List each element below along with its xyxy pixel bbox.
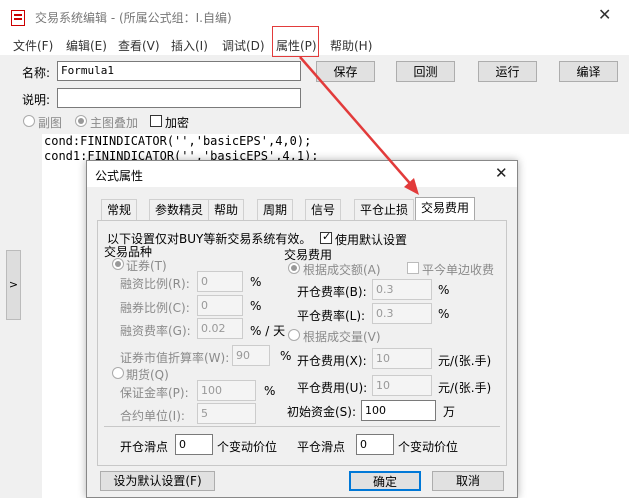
init-cap-input[interactable]: 100	[361, 400, 436, 421]
app-icon	[11, 10, 25, 26]
name-label: 名称:	[22, 66, 51, 80]
menu-help[interactable]: 帮助(H)	[330, 37, 372, 54]
use-default-checkbox[interactable]	[320, 230, 332, 244]
open-rate-input[interactable]: 0.3	[372, 279, 432, 300]
cancel-button[interactable]: 取消	[432, 471, 504, 491]
section-divider	[104, 426, 500, 427]
panel-toggle-handle[interactable]: >	[6, 250, 21, 320]
securities-label: 证券(T)	[126, 259, 167, 273]
close-icon[interactable]: ✕	[598, 5, 611, 24]
ok-button[interactable]: 确定	[349, 471, 421, 491]
futures-label: 期货(Q)	[126, 368, 169, 382]
contract-label: 合约单位(I):	[120, 409, 185, 423]
formula-properties-dialog: 公式属性 ✕ 常规 参数精灵 帮助 周期 信号 平仓止损 交易费用 以下设置仅对…	[86, 160, 518, 498]
close-slip-label: 平仓滑点	[297, 440, 346, 454]
futures-radio[interactable]	[112, 367, 124, 379]
init-cap-unit: 万	[443, 405, 456, 419]
close-rate-label: 平仓费率(L):	[297, 309, 366, 323]
close-slip-unit: 个变动价位	[398, 440, 459, 454]
discount-unit: %	[280, 349, 292, 363]
deposit-label: 保证金率(P):	[120, 386, 189, 400]
close-fee-unit: 元/(张.手)	[438, 381, 492, 395]
subchart-label: 副图	[38, 116, 63, 130]
subchart-radio[interactable]	[23, 115, 35, 127]
deposit-unit: %	[264, 384, 276, 398]
main-overlay-radio[interactable]	[75, 115, 87, 127]
finance-fee-label: 融资费率(G):	[120, 324, 191, 338]
main-overlay-label: 主图叠加	[90, 116, 139, 130]
tab-param-wizard[interactable]: 参数精灵	[149, 199, 210, 220]
open-fee-unit: 元/(张.手)	[438, 354, 492, 368]
contract-input[interactable]: 5	[197, 403, 256, 424]
tab-general[interactable]: 常规	[101, 199, 138, 220]
run-button[interactable]: 运行	[478, 61, 537, 82]
close-rate-input[interactable]: 0.3	[372, 303, 432, 324]
margin-ratio-input[interactable]: 0	[197, 271, 243, 292]
by-volume-label: 根据成交量(V)	[303, 330, 381, 344]
open-slip-unit: 个变动价位	[217, 440, 278, 454]
save-button[interactable]: 保存	[316, 61, 375, 82]
short-ratio-input[interactable]: 0	[197, 295, 243, 316]
menu-insert[interactable]: 插入(I)	[171, 37, 208, 54]
close-slip-input[interactable]: 0	[356, 434, 394, 455]
by-amount-radio[interactable]	[288, 262, 300, 274]
set-default-button[interactable]: 设为默认设置(F)	[100, 471, 215, 491]
name-input[interactable]: Formula1	[57, 61, 301, 81]
margin-ratio-unit: %	[250, 275, 262, 289]
margin-ratio-label: 融资比例(R):	[120, 277, 190, 291]
desc-label: 说明:	[22, 93, 51, 107]
open-fee-input[interactable]: 10	[372, 348, 432, 369]
close-fee-label: 平仓费用(U):	[297, 381, 368, 395]
menu-file[interactable]: 文件(F)	[13, 37, 53, 54]
encrypt-label: 加密	[165, 116, 190, 130]
short-ratio-label: 融券比例(C):	[120, 301, 190, 315]
menu-debug[interactable]: 调试(D)	[222, 37, 265, 54]
discount-input[interactable]: 90	[232, 345, 270, 366]
open-fee-label: 开仓费用(X):	[297, 354, 367, 368]
trade-fee-panel: 以下设置仅对BUY等新交易系统有效。 使用默认设置 交易品种 证券(T) 融资比…	[97, 220, 507, 466]
open-slip-label: 开仓滑点	[120, 440, 169, 454]
tab-trade-fee[interactable]: 交易费用	[415, 197, 476, 221]
close-rate-unit: %	[438, 307, 450, 321]
discount-label: 证券市值折算率(W):	[120, 351, 230, 365]
by-volume-radio[interactable]	[288, 329, 300, 341]
use-default-label: 使用默认设置	[335, 233, 408, 247]
code-line: cond:FININDICATOR('','basicEPS',4,0);	[44, 134, 312, 148]
desc-input[interactable]	[57, 88, 301, 108]
dialog-title: 公式属性	[95, 169, 144, 183]
close-fee-input[interactable]: 10	[372, 375, 432, 396]
window-title: 交易系统编辑 - (所属公式组：I.自编)	[35, 11, 232, 25]
tab-help[interactable]: 帮助	[208, 199, 245, 220]
properties-highlight-box	[272, 26, 319, 57]
open-slip-input[interactable]: 0	[175, 434, 213, 455]
compile-button[interactable]: 编译	[559, 61, 618, 82]
dialog-title-bar: 公式属性 ✕	[87, 161, 517, 187]
tab-signal[interactable]: 信号	[305, 199, 342, 220]
encrypt-checkbox[interactable]	[150, 115, 162, 127]
open-rate-label: 开仓费率(B):	[297, 285, 367, 299]
finance-fee-input[interactable]: 0.02	[197, 318, 243, 339]
close-today-checkbox[interactable]	[407, 262, 419, 274]
init-cap-label: 初始资金(S):	[287, 405, 357, 419]
dialog-close-icon[interactable]: ✕	[495, 164, 508, 182]
menu-edit[interactable]: 编辑(E)	[66, 37, 107, 54]
close-today-label: 平今单边收费	[422, 263, 495, 277]
by-amount-label: 根据成交额(A)	[303, 263, 381, 277]
securities-radio[interactable]	[112, 258, 124, 270]
deposit-input[interactable]: 100	[197, 380, 256, 401]
tab-stop-loss[interactable]: 平仓止损	[354, 199, 415, 220]
backtest-button[interactable]: 回测	[396, 61, 455, 82]
menu-view[interactable]: 查看(V)	[118, 37, 160, 54]
finance-fee-unit: % / 天	[250, 324, 286, 338]
open-rate-unit: %	[438, 283, 450, 297]
tab-period[interactable]: 周期	[257, 199, 294, 220]
short-ratio-unit: %	[250, 299, 262, 313]
